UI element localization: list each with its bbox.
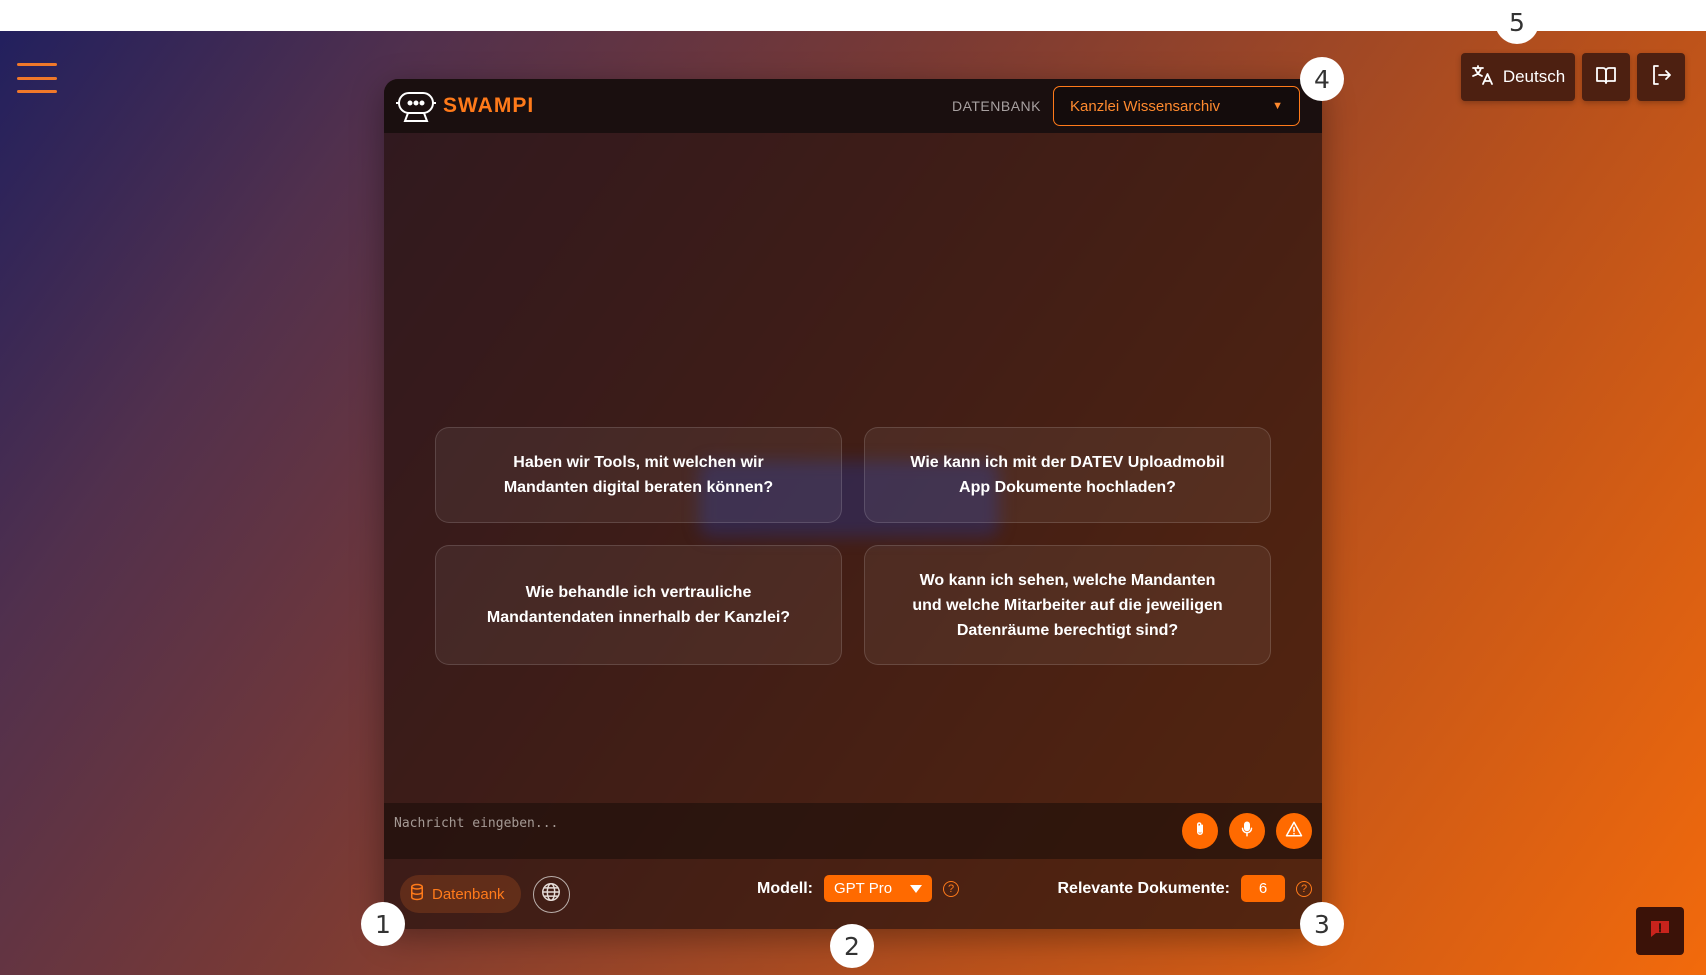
relevant-docs-count[interactable]: 6 xyxy=(1241,875,1285,902)
callout-badge: 5 xyxy=(1495,0,1539,44)
top-right-toolbar: Deutsch xyxy=(1461,53,1685,101)
relevant-docs-group: Relevante Dokumente: 6 ? xyxy=(1057,875,1312,902)
book-open-icon xyxy=(1594,63,1618,92)
voice-input-button[interactable] xyxy=(1229,813,1265,849)
web-search-button[interactable] xyxy=(532,875,570,913)
report-issue-button[interactable] xyxy=(1276,813,1312,849)
database-label: DATENBANK xyxy=(951,98,1041,114)
callout-badge: 1 xyxy=(361,902,405,946)
chat-panel: SWAMPI DATENBANK Kanzlei Wissensarchiv ▼… xyxy=(384,79,1322,929)
chat-body: Haben wir Tools, mit welchen wir Mandant… xyxy=(384,133,1322,803)
suggestion-grid: Haben wir Tools, mit welchen wir Mandant… xyxy=(435,427,1272,665)
model-label: Modell: xyxy=(757,879,813,897)
database-toggle-button[interactable]: Datenbank xyxy=(400,875,521,913)
caret-down-icon xyxy=(910,880,922,897)
attach-button[interactable] xyxy=(1182,813,1218,849)
language-label: Deutsch xyxy=(1502,67,1566,86)
callout-badge: 4 xyxy=(1300,57,1344,101)
database-select-value: Kanzlei Wissensarchiv xyxy=(1070,97,1221,115)
database-icon xyxy=(408,883,426,905)
language-button[interactable]: Deutsch xyxy=(1461,53,1575,101)
robot-logo-icon xyxy=(396,92,436,122)
brand-name: SWAMPI xyxy=(443,94,535,117)
database-toggle-label: Datenbank xyxy=(432,885,505,903)
suggestion-card[interactable]: Wie kann ich mit der DATEV Uploadmobil A… xyxy=(864,427,1271,523)
menu-icon[interactable] xyxy=(17,63,57,93)
logout-button[interactable] xyxy=(1637,53,1685,101)
chat-footer: Datenbank Modell: GPT Pro ? Relevante Do… xyxy=(384,859,1322,929)
suggestion-card[interactable]: Haben wir Tools, mit welchen wir Mandant… xyxy=(435,427,842,523)
logo: SWAMPI xyxy=(394,87,534,125)
globe-icon xyxy=(540,881,562,908)
model-selector-group: Modell: GPT Pro ? xyxy=(757,875,959,902)
model-help-icon[interactable]: ? xyxy=(943,880,959,897)
database-select[interactable]: Kanzlei Wissensarchiv ▼ xyxy=(1053,86,1300,126)
callout-badge: 3 xyxy=(1300,902,1344,946)
message-input-row xyxy=(384,803,1322,859)
database-selector-group: DATENBANK Kanzlei Wissensarchiv ▼ xyxy=(952,86,1300,126)
feedback-button[interactable] xyxy=(1636,907,1684,955)
translate-icon xyxy=(1471,63,1495,92)
message-input[interactable] xyxy=(394,816,1182,831)
feedback-icon xyxy=(1648,917,1672,946)
microphone-icon xyxy=(1238,820,1256,843)
relevant-docs-label: Relevante Dokumente: xyxy=(1057,879,1231,897)
warning-icon xyxy=(1285,820,1303,843)
callout-badge: 2 xyxy=(830,924,874,968)
docs-help-icon[interactable]: ? xyxy=(1296,880,1312,897)
logout-icon xyxy=(1649,63,1673,92)
docs-button[interactable] xyxy=(1582,53,1630,101)
suggestion-card[interactable]: Wo kann ich sehen, welche Mandanten und … xyxy=(864,545,1271,665)
suggestion-card[interactable]: Wie behandle ich vertrauliche Mandantend… xyxy=(435,545,842,665)
chat-header: SWAMPI DATENBANK Kanzlei Wissensarchiv ▼ xyxy=(384,79,1322,133)
model-select[interactable]: GPT Pro xyxy=(824,875,932,902)
input-actions xyxy=(1182,813,1312,849)
model-select-value: GPT Pro xyxy=(834,880,893,897)
paperclip-icon xyxy=(1191,820,1209,843)
caret-down-icon: ▼ xyxy=(1272,100,1283,112)
